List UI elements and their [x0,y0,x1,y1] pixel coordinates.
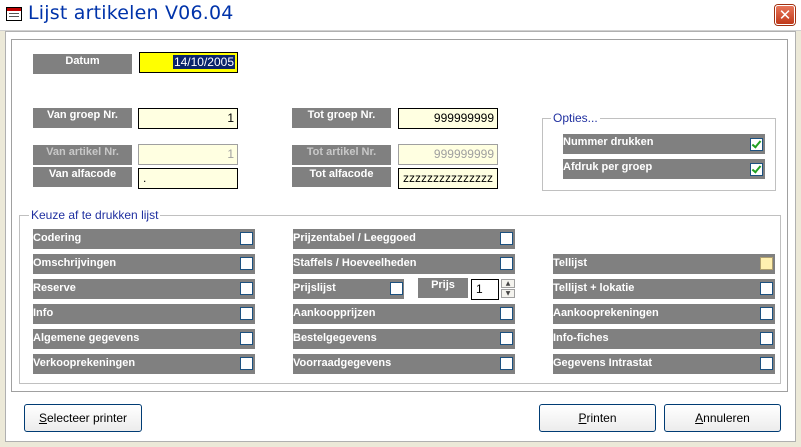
list-item-aankoopprijzen[interactable]: Aankoopprijzen [293,304,515,324]
stepper-down-icon[interactable]: ▼ [501,289,515,298]
list-item-label: Aankooprekeningen [553,307,659,319]
list-item-staffels[interactable]: Staffels / Hoeveelheden [293,254,515,274]
staffels-checkbox[interactable] [500,257,513,270]
list-item-aankooprekeningen[interactable]: Aankooprekeningen [553,304,775,324]
omschrijvingen-checkbox[interactable] [240,257,253,270]
option-nummer-drukken[interactable]: Nummer drukken [563,134,765,154]
list-item-algemene-gegevens[interactable]: Algemene gegevens [33,329,255,349]
option-label: Afdruk per groep [563,161,653,173]
prijslijst-checkbox[interactable] [390,282,403,295]
list-item-label: Tellijst [553,257,588,269]
list-item-label: Aankoopprijzen [293,307,376,319]
print-button[interactable]: Printen [539,404,656,432]
prijs-input[interactable]: 1 [471,279,499,300]
keuze-title: Keuze af te drukken lijst [29,208,161,222]
tot-alfacode-label: Tot alfacode [292,167,391,187]
close-icon[interactable]: ✕ [775,5,795,25]
list-item-label: Tellijst + lokatie [553,282,635,294]
list-item-label: Prijslijst [293,282,336,294]
tot-artikel-label: Tot artikel Nr. [292,145,391,165]
list-item-bestelgegevens[interactable]: Bestelgegevens [293,329,515,349]
cancel-button[interactable]: Annuleren [664,404,781,432]
tellijst-checkbox[interactable] [760,257,773,270]
list-item-reserve[interactable]: Reserve [33,279,255,299]
van-groep-label: Van groep Nr. [33,108,132,128]
aankooprekeningen-checkbox[interactable] [760,307,773,320]
opties-title: Opties... [551,111,600,125]
algemene-gegevens-checkbox[interactable] [240,332,253,345]
list-item-voorraadgegevens[interactable]: Voorraadgegevens [293,354,515,374]
prijs-label: Prijs [418,278,468,298]
gegevens-intrastat-checkbox[interactable] [760,357,773,370]
van-alfacode-label: Van alfacode [33,167,132,187]
list-item-label: Reserve [33,282,76,294]
nummer-drukken-checkbox[interactable] [750,138,763,151]
list-item-tellijst[interactable]: Tellijst [553,254,775,274]
option-afdruk-per-groep[interactable]: Afdruk per groep [563,159,765,179]
info-fiches-checkbox[interactable] [760,332,773,345]
list-item-label: Staffels / Hoeveelheden [293,257,417,269]
list-item-label: Algemene gegevens [33,332,140,344]
list-item-prijzentabel[interactable]: Prijzentabel / Leeggoed [293,229,515,249]
select-printer-button[interactable]: Selecteer printer [24,404,142,432]
datum-label: Datum [33,54,132,74]
van-alfacode-input[interactable]: . [138,168,238,189]
list-item-label: Verkooprekeningen [33,357,136,369]
accelerator-key: A [695,411,704,425]
window-title: Lijst artikelen V06.04 [28,2,234,24]
datum-input[interactable]: 14/10/2005 [139,52,238,73]
bestelgegevens-checkbox[interactable] [500,332,513,345]
list-item-label: Gegevens Intrastat [553,357,653,369]
list-item-verkooprekeningen[interactable]: Verkooprekeningen [33,354,255,374]
afdruk-per-groep-checkbox[interactable] [750,163,763,176]
list-item-info[interactable]: Info [33,304,255,324]
van-artikel-input[interactable]: 1 [138,144,238,165]
list-item-label: Prijzentabel / Leeggoed [293,232,416,244]
opties-group [542,118,776,191]
list-item-info-fiches[interactable]: Info-fiches [553,329,775,349]
tot-artikel-input[interactable]: 999999999 [398,144,498,165]
tot-groep-label: Tot groep Nr. [292,108,391,128]
tot-alfacode-input[interactable]: zzzzzzzzzzzzzzz [398,168,498,189]
prijs-stepper[interactable]: ▲ ▼ [501,279,517,300]
reserve-checkbox[interactable] [240,282,253,295]
list-item-tellijst-lokatie[interactable]: Tellijst + lokatie [553,279,775,299]
list-item-label: Omschrijvingen [33,257,117,269]
list-item-label: Codering [33,232,82,244]
prijzentabel-checkbox[interactable] [500,232,513,245]
list-item-omschrijvingen[interactable]: Omschrijvingen [33,254,255,274]
app-window-icon[interactable] [6,7,22,21]
list-item-label: Info [33,307,54,319]
list-item-codering[interactable]: Codering [33,229,255,249]
codering-checkbox[interactable] [240,232,253,245]
list-item-label: Info-fiches [553,332,609,344]
tellijst-lokatie-checkbox[interactable] [760,282,773,295]
van-artikel-label: Van artikel Nr. [33,145,132,165]
aankoopprijzen-checkbox[interactable] [500,307,513,320]
button-label: rinten [586,411,617,425]
list-item-gegevens-intrastat[interactable]: Gegevens Intrastat [553,354,775,374]
voorraadgegevens-checkbox[interactable] [500,357,513,370]
accelerator-key: S [38,411,47,425]
button-label: nnuleren [703,411,750,425]
title-bar: Lijst artikelen V06.04 ✕ [0,0,801,31]
info-checkbox[interactable] [240,307,253,320]
option-label: Nummer drukken [563,136,654,148]
list-item-prijslijst[interactable]: Prijslijst [293,279,404,299]
tot-groep-input[interactable]: 999999999 [398,108,498,129]
datum-value: 14/10/2005 [172,55,235,69]
stepper-up-icon[interactable]: ▲ [501,279,515,288]
van-groep-input[interactable]: 1 [138,108,238,129]
list-item-label: Voorraadgegevens [293,357,392,369]
list-item-label: Bestelgegevens [293,332,377,344]
button-label: electeer printer [46,411,128,425]
verkooprekeningen-checkbox[interactable] [240,357,253,370]
